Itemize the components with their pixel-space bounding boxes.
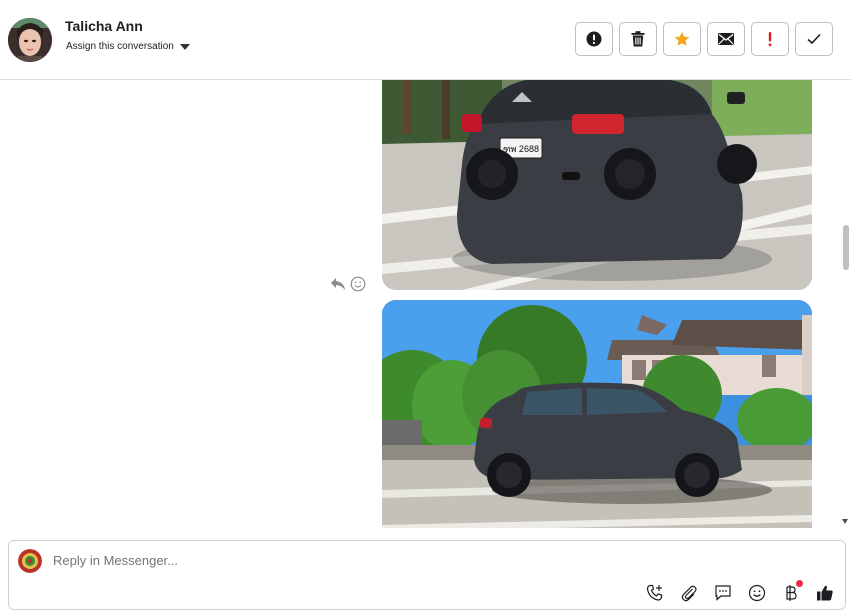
- notification-dot: [796, 580, 803, 587]
- conversation-actions: [575, 22, 833, 56]
- mark-important-button[interactable]: [751, 22, 789, 56]
- thumbs-up-icon: [817, 585, 833, 601]
- report-spam-button[interactable]: [575, 22, 613, 56]
- caret-down-icon: [179, 43, 190, 50]
- attach-button[interactable]: [679, 583, 699, 603]
- chat-bubble-icon: [715, 585, 731, 601]
- mark-unread-button[interactable]: [707, 22, 745, 56]
- assign-conversation-dropdown[interactable]: Assign this conversation: [66, 41, 190, 52]
- baht-icon: [786, 585, 797, 601]
- smiley-icon: [748, 584, 766, 602]
- exclamation-circle-icon: [586, 31, 602, 47]
- photo-message-car-side[interactable]: [382, 300, 812, 528]
- payment-button[interactable]: [781, 580, 803, 603]
- contact-name[interactable]: Talicha Ann: [65, 18, 143, 34]
- reply-composer: [8, 540, 846, 610]
- saved-replies-button[interactable]: [713, 583, 733, 603]
- conversation-header: Talicha Ann Assign this conversation: [0, 0, 851, 80]
- page-avatar: [18, 549, 42, 573]
- thread-scrollbar[interactable]: [840, 80, 851, 528]
- reply-icon[interactable]: [330, 277, 346, 291]
- delete-button[interactable]: [619, 22, 657, 56]
- checkmark-icon: [807, 33, 821, 45]
- paperclip-icon: [681, 585, 697, 602]
- mark-done-button[interactable]: [795, 22, 833, 56]
- call-button[interactable]: [645, 583, 665, 603]
- assign-label: Assign this conversation: [66, 41, 174, 52]
- reply-input[interactable]: [53, 553, 553, 568]
- scrollbar-thumb[interactable]: [843, 225, 849, 270]
- emoji-react-icon[interactable]: [350, 276, 366, 292]
- emoji-button[interactable]: [747, 583, 767, 603]
- conversation-window: Talicha Ann Assign this conversation ฑพ …: [0, 0, 851, 612]
- trash-icon: [631, 31, 645, 47]
- scroll-down-arrow-icon[interactable]: [842, 519, 848, 524]
- like-button[interactable]: [815, 583, 835, 603]
- composer-toolbar: [645, 580, 835, 603]
- message-thread[interactable]: ฑพ 2688: [0, 80, 851, 528]
- contact-avatar[interactable]: [8, 18, 52, 62]
- envelope-icon: [718, 33, 734, 45]
- star-icon: [674, 31, 690, 46]
- message-actions: [330, 276, 366, 292]
- exclamation-icon: [768, 32, 772, 47]
- photo-message-car-rear[interactable]: ฑพ 2688: [382, 80, 812, 290]
- phone-add-icon: [646, 584, 663, 601]
- star-button[interactable]: [663, 22, 701, 56]
- license-plate-text: ฑพ 2688: [503, 144, 539, 154]
